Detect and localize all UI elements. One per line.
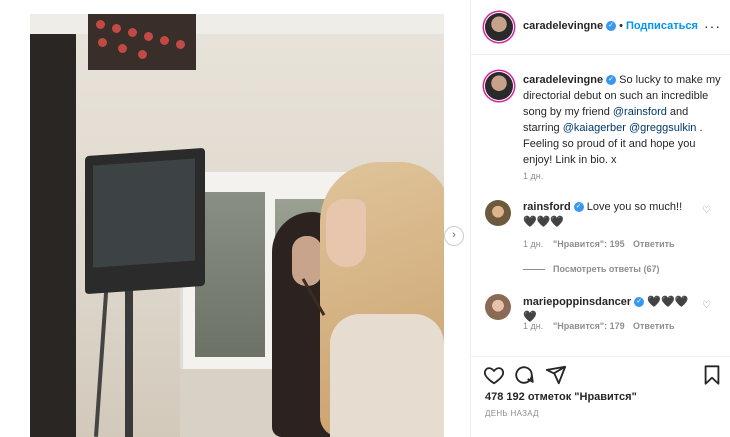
monitor bbox=[85, 147, 205, 295]
author-username[interactable]: caradelevingne bbox=[523, 20, 603, 32]
wall-poster bbox=[88, 14, 196, 70]
post-header: caradelevingne ✓ • Подписаться ··· bbox=[471, 0, 730, 55]
mention-link[interactable]: @greggsulkin bbox=[629, 122, 696, 134]
post-photo-area: › bbox=[0, 0, 470, 437]
heart-icon[interactable]: ♡ bbox=[702, 205, 711, 216]
chevron-right-icon[interactable]: › bbox=[444, 226, 464, 246]
comment-likes[interactable]: "Нравится": 195 bbox=[553, 239, 625, 249]
comment-time[interactable]: 1 дн. bbox=[523, 321, 543, 331]
post-caption: caradelevingne ✓ So lucky to make my dire… bbox=[523, 74, 721, 166]
comment-time[interactable]: 1 дн. bbox=[523, 239, 543, 249]
post-details-panel: caradelevingne ✓ • Подписаться ··· caradele… bbox=[470, 0, 730, 437]
reply-button[interactable]: Ответить bbox=[633, 321, 675, 331]
comment-icon[interactable] bbox=[513, 364, 535, 386]
post-age[interactable]: ДЕНЬ НАЗАД bbox=[485, 409, 539, 418]
verified-badge-icon: ✓ bbox=[606, 21, 617, 32]
share-icon[interactable] bbox=[545, 364, 567, 386]
caption-username[interactable]: caradelevingne bbox=[523, 74, 603, 86]
heart-icon[interactable] bbox=[483, 364, 505, 386]
verified-badge-icon: ✓ bbox=[573, 202, 584, 213]
verified-badge-icon: ✓ bbox=[634, 297, 645, 308]
follow-button[interactable]: Подписаться bbox=[626, 20, 698, 32]
commenter-avatar[interactable] bbox=[485, 200, 511, 226]
caption-avatar[interactable] bbox=[485, 72, 513, 100]
verified-badge-icon: ✓ bbox=[606, 75, 617, 86]
heart-icon[interactable]: ♡ bbox=[702, 300, 711, 311]
post-photo[interactable] bbox=[30, 14, 444, 437]
comment: rainsford ✓ Love you so much!! 🖤🖤🖤 bbox=[523, 200, 698, 230]
mention-link[interactable]: @kaiagerber bbox=[563, 122, 626, 134]
comment-likes[interactable]: "Нравится": 179 bbox=[553, 321, 625, 331]
mention-link[interactable]: @rainsford bbox=[613, 106, 667, 118]
post-actions: 478 192 отметок "Нравится" ДЕНЬ НАЗАД bbox=[471, 356, 730, 437]
likes-count[interactable]: 478 192 отметок "Нравится" bbox=[485, 391, 637, 403]
more-icon[interactable]: ··· bbox=[704, 18, 721, 34]
commenter-avatar[interactable] bbox=[485, 294, 511, 320]
comment-username[interactable]: mariepoppinsdancer bbox=[523, 296, 631, 308]
comment-username[interactable]: rainsford bbox=[523, 201, 571, 213]
post-time[interactable]: 1 дн. bbox=[523, 171, 543, 181]
reply-button[interactable]: Ответить bbox=[633, 239, 675, 249]
view-replies-button[interactable]: Посмотреть ответы (67) bbox=[523, 264, 659, 274]
author-avatar[interactable] bbox=[485, 13, 513, 41]
bookmark-icon[interactable] bbox=[701, 364, 723, 386]
